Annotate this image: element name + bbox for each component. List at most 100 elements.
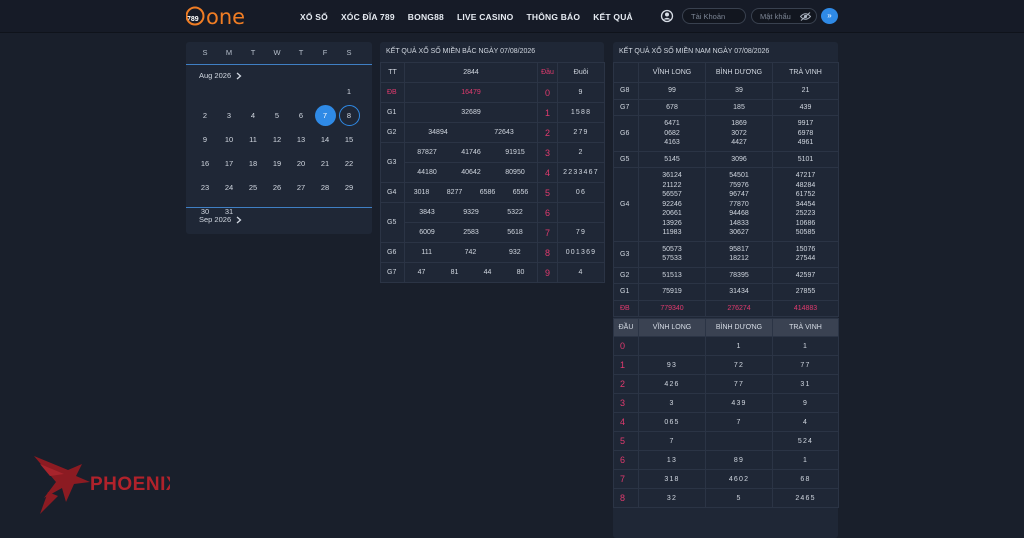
prize-label: G6 bbox=[613, 115, 639, 152]
prize-number: 50585 bbox=[795, 229, 816, 236]
prize-number-group: 111 742 932 bbox=[405, 249, 537, 256]
prize-number-group: 3843 9329 5322 bbox=[405, 209, 537, 216]
prize-numbers: 5145 bbox=[638, 150, 706, 168]
prize-label: G8 bbox=[613, 82, 639, 100]
username-input[interactable] bbox=[682, 8, 746, 24]
calendar-day[interactable]: 14 bbox=[313, 128, 337, 150]
prize-number: 439 bbox=[799, 103, 812, 111]
prize-number: 6978 bbox=[797, 129, 814, 137]
prize-number: 61752 bbox=[795, 191, 816, 198]
nav-item[interactable]: XÓC ĐĨA 789 bbox=[341, 12, 395, 22]
calendar-day[interactable]: 19 bbox=[265, 152, 289, 174]
calendar-day[interactable]: 10 bbox=[217, 128, 241, 150]
province-header: BÌNH DƯƠNG bbox=[705, 62, 773, 83]
dau-digit: 8 bbox=[537, 242, 558, 263]
calendar-day-number bbox=[315, 81, 336, 102]
dau-digit: 7 bbox=[613, 469, 639, 489]
prize-number: 80 bbox=[516, 269, 525, 276]
nav-item[interactable]: THÔNG BÁO bbox=[526, 12, 580, 22]
calendar-day[interactable]: 21 bbox=[313, 152, 337, 174]
weekday-label: M bbox=[225, 47, 233, 57]
chevron-right-icon[interactable] bbox=[236, 216, 242, 224]
calendar-day-number bbox=[315, 201, 336, 222]
calendar-day-number: 16 bbox=[200, 158, 210, 168]
calendar-day[interactable]: 22 bbox=[337, 152, 361, 174]
table-row: G4 3018 8277 6586 6556 5 06 bbox=[380, 182, 605, 203]
prize-number: 2583 bbox=[463, 229, 479, 236]
calendar-day[interactable]: 29 bbox=[337, 176, 361, 198]
calendar-day-number: 15 bbox=[344, 134, 354, 144]
calendar-day-number bbox=[243, 81, 264, 102]
calendar-day[interactable]: 5 bbox=[265, 104, 289, 126]
prize-numbers: 3843 9329 5322 bbox=[404, 202, 538, 223]
calendar-day[interactable]: 26 bbox=[265, 176, 289, 198]
table-row: G1 32689 1 1588 bbox=[380, 102, 605, 123]
prize-number: 96747 bbox=[729, 191, 749, 198]
prize-numbers: 36124 21122 56557 92246 20661 13926 11983 bbox=[638, 167, 706, 242]
calendar-day[interactable]: 17 bbox=[217, 152, 241, 174]
calendar-day[interactable]: 24 bbox=[217, 176, 241, 198]
duoi-digits: 89 bbox=[705, 450, 773, 470]
calendar-days: 1 2 3 4 5 6 7 8 9 10 11 12 13 14 15 16 17 18 19 20 21 22 23 24 2… bbox=[193, 79, 365, 223]
calendar-day[interactable]: 16 bbox=[193, 152, 217, 174]
south-header-row: VĨNH LONG BÌNH DƯƠNG TRÀ VINH bbox=[613, 62, 839, 83]
calendar-day[interactable]: 25 bbox=[241, 176, 265, 198]
calendar-day[interactable]: 13 bbox=[289, 128, 313, 150]
nav-item[interactable]: BONG88 bbox=[408, 12, 444, 22]
calendar-day[interactable]: 28 bbox=[313, 176, 337, 198]
calendar-day[interactable]: 20 bbox=[289, 152, 313, 174]
prize-number: 111 bbox=[421, 249, 432, 256]
calendar-day[interactable]: 23 bbox=[193, 176, 217, 198]
site-logo[interactable]: 789 one bbox=[186, 4, 254, 28]
dau-digit: 9 bbox=[537, 262, 558, 283]
nav-item[interactable]: LIVE CASINO bbox=[457, 12, 514, 22]
prize-number: 3018 bbox=[413, 189, 430, 196]
calendar-day[interactable]: 9 bbox=[193, 128, 217, 150]
duoi-digits: 77 bbox=[705, 374, 773, 394]
calendar-day[interactable]: 11 bbox=[241, 128, 265, 150]
prize-number: 27855 bbox=[795, 288, 816, 295]
user-settings-icon[interactable] bbox=[660, 9, 674, 23]
calendar-day[interactable]: 27 bbox=[289, 176, 313, 198]
duoi-digits: 79 bbox=[557, 222, 605, 243]
calendar-day[interactable]: 3 bbox=[217, 104, 241, 126]
prize-label: G4 bbox=[380, 182, 405, 203]
calendar-day[interactable]: 18 bbox=[241, 152, 265, 174]
prize-number: 3843 bbox=[419, 209, 435, 216]
calendar-day-number: 26 bbox=[272, 182, 282, 192]
dau-digit: 3 bbox=[537, 142, 558, 163]
prize-numbers: 1869 3072 4427 bbox=[705, 115, 773, 152]
prize-number: 44180 bbox=[417, 169, 437, 176]
prize-number: 742 bbox=[464, 249, 477, 256]
duoi-digits: 2233467 bbox=[557, 162, 605, 183]
dau-header-row: ĐẦU VĨNH LONG BÌNH DƯƠNG TRÀ VINH bbox=[613, 318, 839, 337]
dau-digit: 7 bbox=[537, 222, 558, 243]
login-button[interactable]: » bbox=[821, 8, 838, 24]
prize-number: 15076 bbox=[795, 245, 816, 253]
show-password-icon[interactable] bbox=[800, 12, 811, 21]
calendar-day[interactable]: 4 bbox=[241, 104, 265, 126]
calendar-day[interactable]: 8 bbox=[337, 104, 361, 126]
calendar-day[interactable]: 2 bbox=[193, 104, 217, 126]
duoi-digits: 065 bbox=[638, 412, 706, 432]
prize-label: G7 bbox=[380, 262, 405, 283]
prize-number: 9329 bbox=[463, 209, 479, 216]
nav-item[interactable]: KẾT QUẢ bbox=[593, 12, 633, 22]
duoi-digits: 4 bbox=[772, 412, 839, 432]
calendar-day[interactable]: 1 bbox=[337, 80, 361, 102]
table-row: 5 7 524 bbox=[613, 431, 839, 451]
prize-numbers: 32689 bbox=[404, 102, 538, 123]
calendar-day[interactable]: 7 bbox=[313, 104, 337, 126]
prize-number: 6556 bbox=[512, 189, 529, 196]
calendar-day[interactable]: 6 bbox=[289, 104, 313, 126]
calendar-day[interactable]: 15 bbox=[337, 128, 361, 150]
next-month[interactable]: Sep 2026 bbox=[199, 215, 242, 224]
calendar-day[interactable]: 12 bbox=[265, 128, 289, 150]
table-row: G1 75919 31434 27855 bbox=[613, 283, 839, 301]
nav-item[interactable]: XỔ SỐ bbox=[300, 12, 328, 22]
duoi-digits: 9 bbox=[557, 82, 605, 103]
duoi-digits: 5 bbox=[705, 488, 773, 508]
prize-numbers: 6471 0682 4163 bbox=[638, 115, 706, 152]
table-row: G8 99 39 21 bbox=[613, 82, 839, 100]
prize-number: 31434 bbox=[729, 288, 749, 295]
